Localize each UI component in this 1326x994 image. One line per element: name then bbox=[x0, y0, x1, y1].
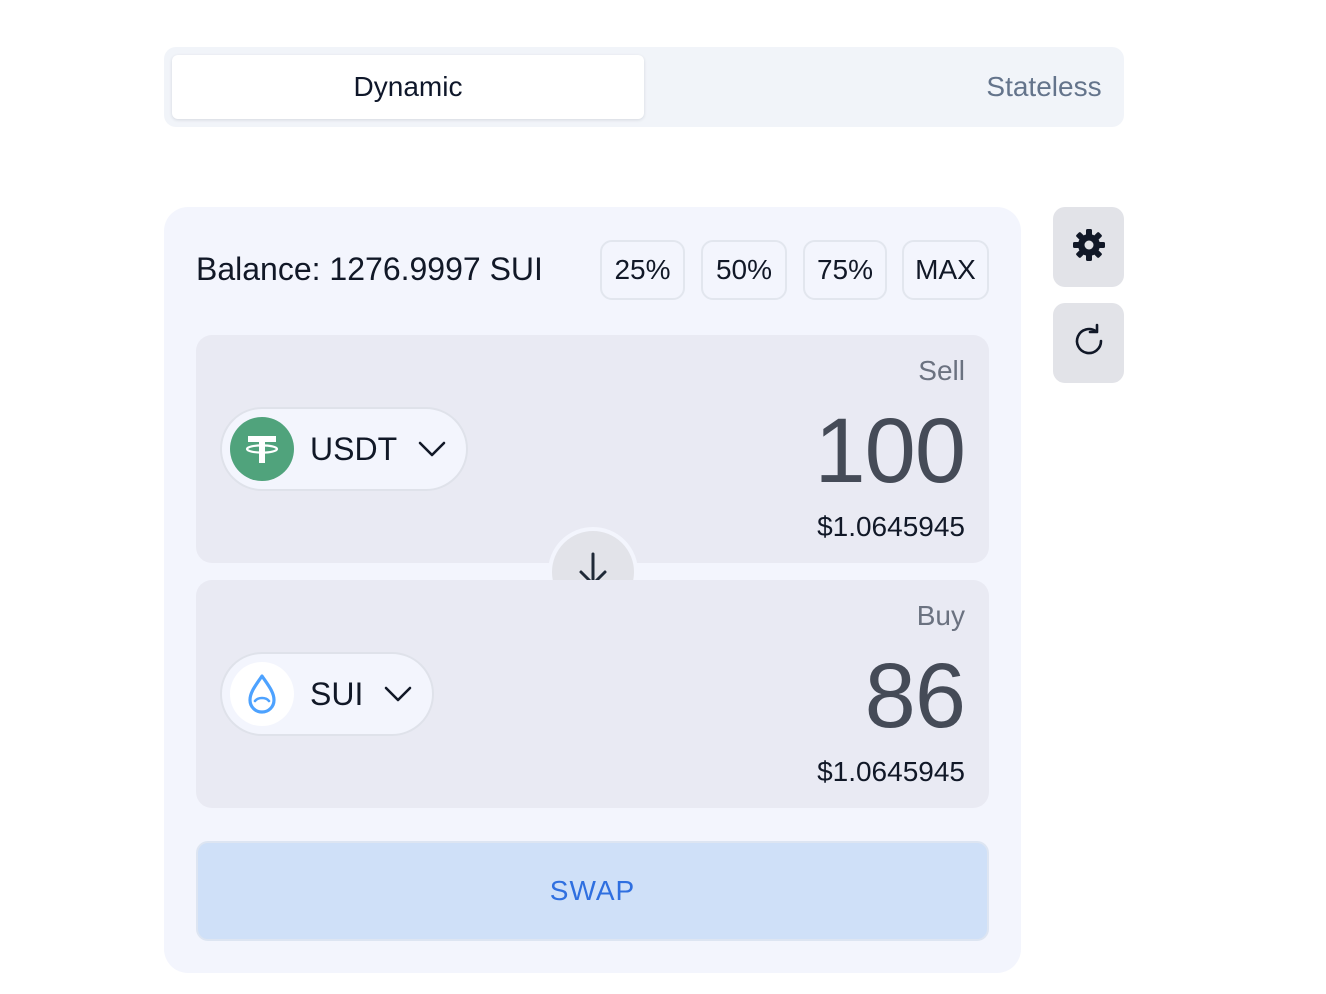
sell-amount[interactable]: 100 bbox=[815, 401, 966, 501]
buy-token-select[interactable]: SUI bbox=[220, 652, 434, 736]
buy-panel: Buy SUI 86 $1.0645945 bbox=[196, 580, 989, 808]
sell-label: Sell bbox=[918, 355, 965, 386]
balance-text: Balance: 1276.9997 SUI bbox=[196, 251, 543, 287]
percent-25-button[interactable]: 25% bbox=[600, 240, 685, 300]
mode-tabs: Dynamic Stateless bbox=[164, 47, 1124, 127]
usdt-logo-icon bbox=[230, 417, 294, 481]
tab-stateless[interactable]: Stateless bbox=[808, 55, 1280, 119]
refresh-button[interactable] bbox=[1053, 303, 1124, 383]
swap-card: Balance: 1276.9997 SUI 25% 50% 75% MAX S… bbox=[164, 207, 1021, 973]
refresh-icon bbox=[1070, 322, 1108, 365]
sell-token-select[interactable]: USDT bbox=[220, 407, 468, 491]
buy-token-symbol: SUI bbox=[310, 675, 364, 712]
max-button[interactable]: MAX bbox=[902, 240, 989, 300]
percent-50-button[interactable]: 50% bbox=[701, 240, 787, 300]
swap-button[interactable]: SWAP bbox=[196, 841, 989, 941]
percent-75-button[interactable]: 75% bbox=[803, 240, 887, 300]
sui-logo-icon bbox=[230, 662, 294, 726]
buy-usd-value: $1.0645945 bbox=[817, 756, 965, 787]
sell-usd-value: $1.0645945 bbox=[817, 511, 965, 542]
gear-icon bbox=[1071, 227, 1107, 268]
buy-amount[interactable]: 86 bbox=[865, 646, 966, 746]
chevron-down-icon bbox=[417, 440, 447, 458]
buy-label: Buy bbox=[916, 600, 965, 631]
settings-button[interactable] bbox=[1053, 207, 1124, 287]
chevron-down-icon bbox=[383, 685, 413, 703]
sell-token-symbol: USDT bbox=[310, 430, 398, 467]
tab-dynamic[interactable]: Dynamic bbox=[172, 55, 644, 119]
